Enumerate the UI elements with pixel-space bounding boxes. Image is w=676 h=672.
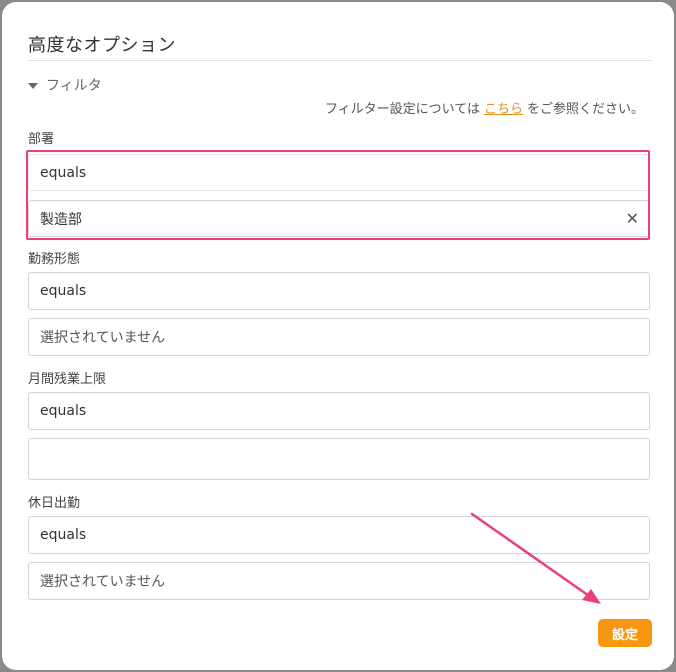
annotation-arrow — [470, 512, 601, 604]
